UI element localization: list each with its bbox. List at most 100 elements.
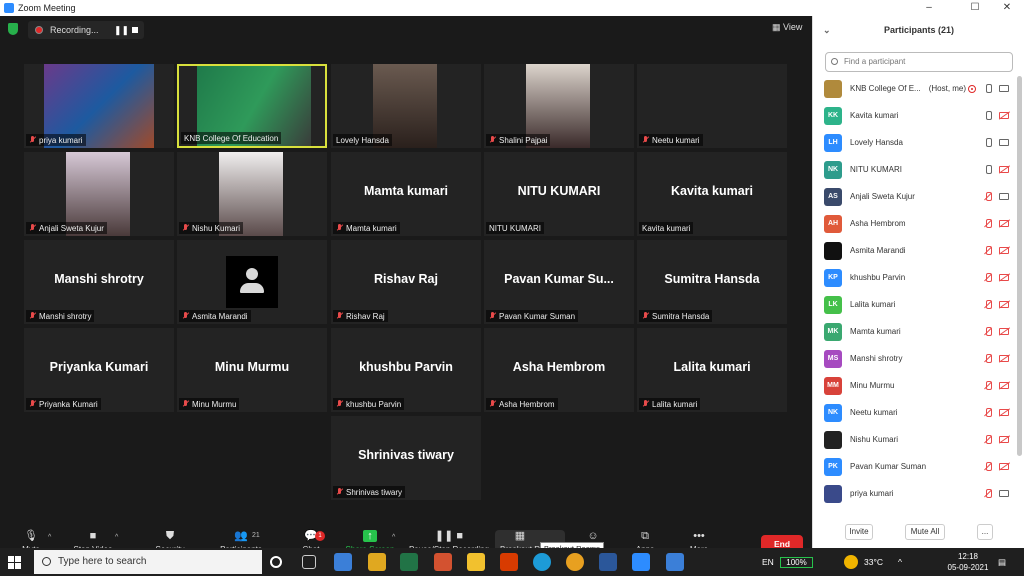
video-tile[interactable]: khushbu Parvin khushbu Parvin <box>331 328 481 412</box>
muted-mic-icon[interactable] <box>985 462 992 472</box>
chrome-icon[interactable] <box>566 553 584 571</box>
video-tile[interactable]: Lovely Hansda <box>331 64 481 148</box>
muted-mic-icon[interactable] <box>985 300 992 310</box>
participant-row[interactable]: NK NITU KUMARI <box>813 157 1013 183</box>
file-explorer-icon[interactable] <box>467 553 485 571</box>
participant-row[interactable]: KNB College Of E... (Host, me) <box>813 76 1013 102</box>
stop-icon[interactable] <box>132 27 138 33</box>
muted-mic-icon[interactable] <box>985 408 992 418</box>
video-tile[interactable]: Asha Hembrom Asha Hembrom <box>484 328 634 412</box>
participant-row[interactable]: NK Neetu kumari <box>813 400 1013 426</box>
edge-icon[interactable] <box>533 553 551 571</box>
video-tile[interactable]: Anjali Sweta Kujur <box>24 152 174 236</box>
video-off-icon[interactable] <box>999 463 1009 470</box>
video-tile[interactable]: Minu Murmu Minu Murmu <box>177 328 327 412</box>
participant-row[interactable]: PK Pavan Kumar Suman <box>813 454 1013 480</box>
video-camera-icon[interactable] <box>999 490 1009 497</box>
video-tile[interactable]: Shalini Pajpai <box>484 64 634 148</box>
participant-list-scrollbar[interactable] <box>1017 76 1022 456</box>
microphone-icon[interactable] <box>985 138 992 148</box>
system-clock[interactable]: 12:18 05-09-2021 <box>944 551 992 573</box>
muted-mic-icon[interactable] <box>985 435 992 445</box>
muted-mic-icon[interactable] <box>985 489 992 499</box>
microphone-icon[interactable] <box>985 84 992 94</box>
participant-row[interactable]: LH Lovely Hansda <box>813 130 1013 156</box>
video-tile[interactable]: Manshi shrotry Manshi shrotry <box>24 240 174 324</box>
word-icon[interactable] <box>599 553 617 571</box>
muted-mic-icon[interactable] <box>985 246 992 256</box>
office-icon[interactable] <box>500 553 518 571</box>
media-app-icon[interactable] <box>666 553 684 571</box>
collapse-chevron-icon[interactable]: ⌄ <box>823 16 831 44</box>
pause-icon[interactable]: ❚❚ <box>114 25 129 36</box>
security-shield-icon[interactable] <box>8 23 18 35</box>
excel-icon[interactable] <box>400 553 418 571</box>
video-tile[interactable]: Mamta kumari Mamta kumari <box>331 152 481 236</box>
participant-row[interactable]: priya kumari <box>813 481 1013 507</box>
video-off-icon[interactable] <box>999 409 1009 416</box>
participant-row[interactable]: Asmita Marandi <box>813 238 1013 264</box>
video-tile[interactable]: Nishu Kumari <box>177 152 327 236</box>
participant-row[interactable]: MK Mamta kumari <box>813 319 1013 345</box>
video-off-icon[interactable] <box>999 355 1009 362</box>
video-camera-icon[interactable] <box>999 85 1009 92</box>
video-camera-icon[interactable] <box>999 193 1009 200</box>
video-tile[interactable]: Sumitra Hansda Sumitra Hansda <box>637 240 787 324</box>
panel-more-button[interactable]: ... <box>977 524 993 540</box>
cortana-icon[interactable] <box>270 556 282 568</box>
windows-start-icon[interactable] <box>8 556 21 569</box>
task-view-icon[interactable] <box>302 555 316 569</box>
video-off-icon[interactable] <box>999 436 1009 443</box>
audio-options-chevron-icon[interactable]: ^ <box>48 534 51 541</box>
video-tile[interactable]: Priyanka Kumari Priyanka Kumari <box>24 328 174 412</box>
participant-row[interactable]: AH Asha Hembrom <box>813 211 1013 237</box>
muted-mic-icon[interactable] <box>985 327 992 337</box>
video-tile[interactable]: Rishav Raj Rishav Raj <box>331 240 481 324</box>
participant-row[interactable]: Nishu Kumari <box>813 427 1013 453</box>
video-tile[interactable]: priya kumari <box>24 64 174 148</box>
muted-mic-icon[interactable] <box>985 192 992 202</box>
video-tile[interactable]: KNB College Of Education <box>177 64 327 148</box>
mute-all-button[interactable]: Mute All <box>905 524 945 540</box>
powerpoint-icon[interactable] <box>434 553 452 571</box>
video-off-icon[interactable] <box>999 220 1009 227</box>
participant-search-input[interactable]: Find a participant <box>825 52 1013 72</box>
store-icon[interactable] <box>368 553 386 571</box>
invite-button[interactable]: Invite <box>845 524 873 540</box>
minimize-button[interactable]: – <box>914 0 944 16</box>
video-tile[interactable]: Shrinivas tiwary Shrinivas tiwary <box>331 416 481 500</box>
microphone-icon[interactable] <box>985 111 992 121</box>
zoom-taskbar-icon[interactable] <box>632 553 650 571</box>
muted-mic-icon[interactable] <box>985 381 992 391</box>
video-off-icon[interactable] <box>999 301 1009 308</box>
video-tile[interactable]: Pavan Kumar Su... Pavan Kumar Suman <box>484 240 634 324</box>
participant-row[interactable]: KP khushbu Parvin <box>813 265 1013 291</box>
video-tile[interactable]: Neetu kumari <box>637 64 787 148</box>
participant-row[interactable]: MM Minu Murmu <box>813 373 1013 399</box>
maximize-button[interactable]: ☐ <box>960 0 990 16</box>
video-tile[interactable]: Asmita Marandi <box>177 240 327 324</box>
video-off-icon[interactable] <box>999 328 1009 335</box>
muted-mic-icon[interactable] <box>985 273 992 283</box>
video-off-icon[interactable] <box>999 166 1009 173</box>
taskbar-app-icon[interactable] <box>334 553 352 571</box>
video-off-icon[interactable] <box>999 382 1009 389</box>
muted-mic-icon[interactable] <box>985 219 992 229</box>
language-indicator[interactable]: EN <box>762 548 774 576</box>
video-off-icon[interactable] <box>999 274 1009 281</box>
tray-chevron-icon[interactable]: ^ <box>898 548 902 576</box>
muted-mic-icon[interactable] <box>985 354 992 364</box>
close-button[interactable]: ✕ <box>992 0 1022 16</box>
participant-row[interactable]: LK Lalita kumari <box>813 292 1013 318</box>
video-options-chevron-icon[interactable]: ^ <box>115 534 118 541</box>
video-tile[interactable]: Kavita kumari Kavita kumari <box>637 152 787 236</box>
video-off-icon[interactable] <box>999 247 1009 254</box>
participant-row[interactable]: MS Manshi shrotry <box>813 346 1013 372</box>
share-options-chevron-icon[interactable]: ^ <box>392 534 395 541</box>
participant-row[interactable]: KK Kavita kumari <box>813 103 1013 129</box>
participant-row[interactable]: AS Anjali Sweta Kujur <box>813 184 1013 210</box>
video-off-icon[interactable] <box>999 112 1009 119</box>
microphone-icon[interactable] <box>985 165 992 175</box>
notifications-icon[interactable]: ▤ <box>998 548 1006 576</box>
video-tile[interactable]: NITU KUMARI NITU KUMARI <box>484 152 634 236</box>
